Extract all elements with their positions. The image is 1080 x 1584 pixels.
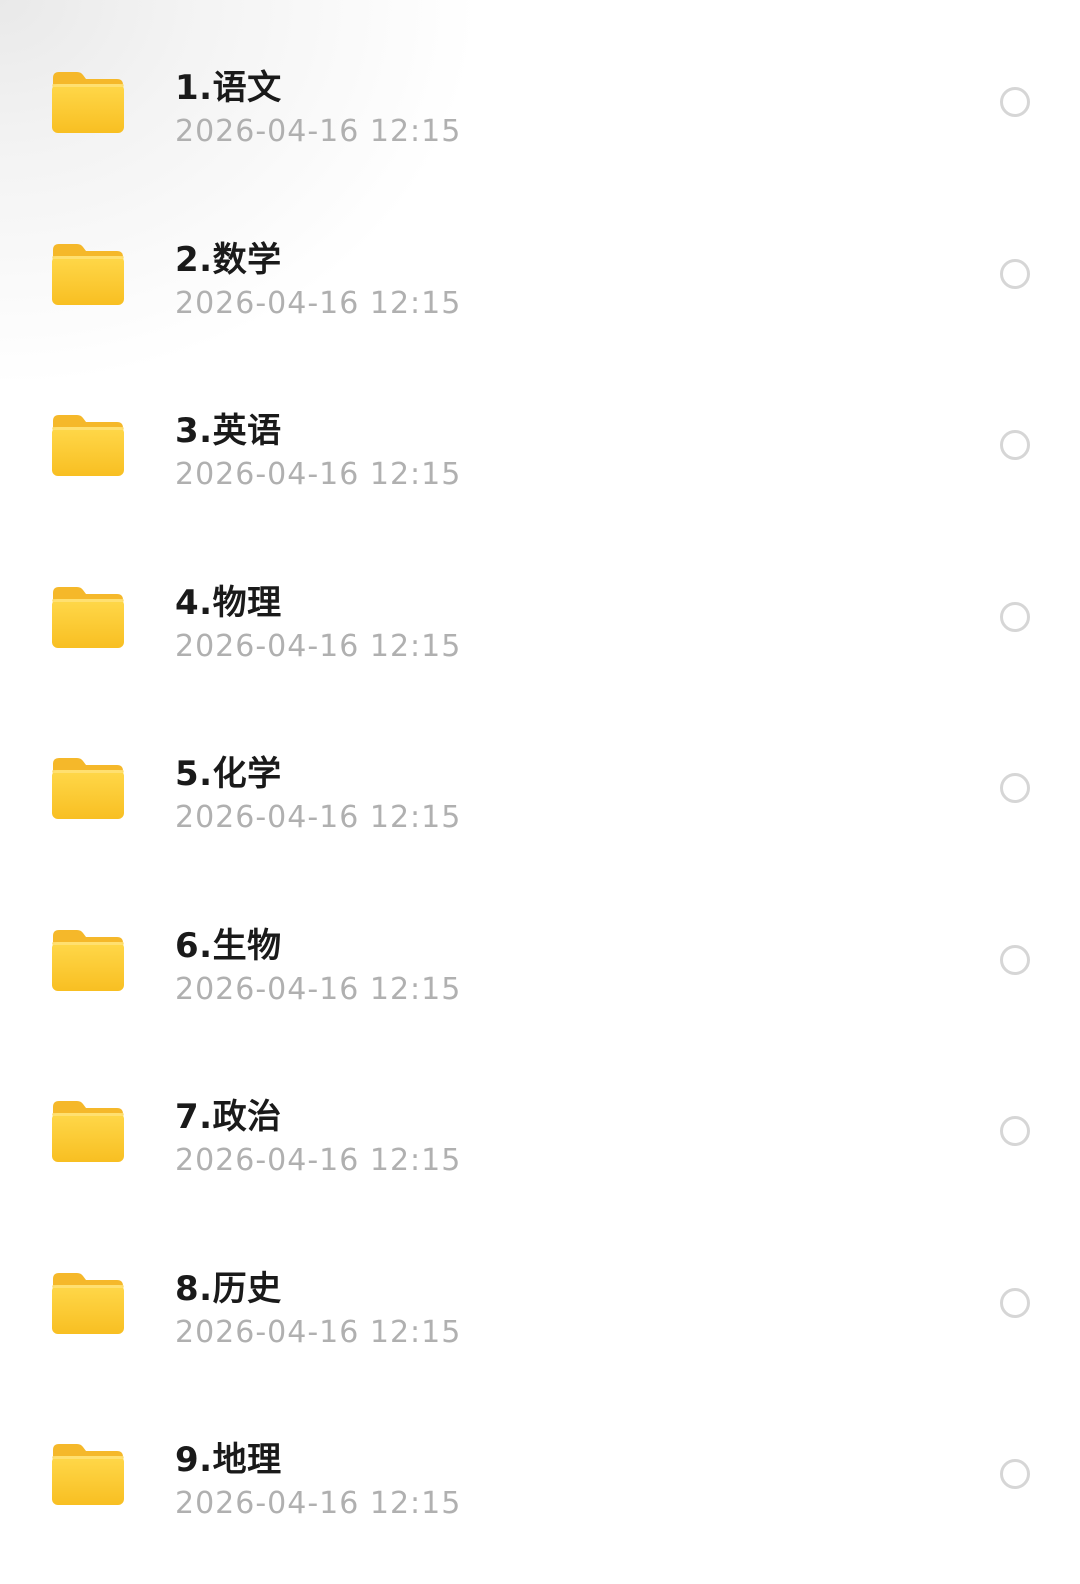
list-item[interactable]: 5.化学 2026-04-16 12:15 [0, 702, 1080, 874]
folder-icon [50, 1440, 126, 1508]
folder-icon [50, 1269, 126, 1337]
list-item[interactable]: 3.英语 2026-04-16 12:15 [0, 359, 1080, 531]
list-item[interactable]: 9.地理 2026-04-16 12:15 [0, 1388, 1080, 1560]
modified-time: 2026-04-16 12:15 [175, 1143, 462, 1178]
modified-time: 2026-04-16 12:15 [175, 457, 462, 492]
folder-name: 7.政治 [175, 1097, 282, 1137]
folder-icon [50, 1097, 126, 1165]
modified-time: 2026-04-16 12:15 [175, 1314, 462, 1350]
select-radio[interactable] [1000, 430, 1030, 460]
select-radio[interactable] [1000, 773, 1030, 803]
list-item[interactable]: 8.历史 2026-04-16 12:15 [0, 1217, 1080, 1389]
select-radio[interactable] [1000, 944, 1030, 975]
folder-icon [50, 240, 126, 308]
modified-time: 2026-04-16 12:15 [175, 628, 462, 664]
modified-time: 2026-04-16 12:15 [175, 971, 462, 1007]
select-radio[interactable] [1000, 601, 1030, 632]
modified-time: 2026-04-16 12:15 [175, 1486, 462, 1521]
list-item[interactable]: 7.政治 2026-04-16 12:15 [0, 1045, 1080, 1217]
folder-icon [50, 754, 126, 822]
folder-name: 3.英语 [175, 411, 282, 451]
select-radio[interactable] [1000, 258, 1030, 289]
select-radio[interactable] [1000, 87, 1030, 117]
folder-name: 8.历史 [175, 1268, 282, 1309]
select-radio[interactable] [1000, 1287, 1030, 1318]
modified-time: 2026-04-16 12:15 [175, 800, 462, 835]
folder-name: 4.物理 [175, 582, 282, 623]
folder-name: 5.化学 [175, 754, 282, 794]
modified-time: 2026-04-16 12:15 [175, 285, 462, 321]
list-item[interactable]: 6.生物 2026-04-16 12:15 [0, 874, 1080, 1046]
folder-name: 9.地理 [175, 1440, 282, 1480]
folder-icon [50, 583, 126, 651]
folder-icon [50, 926, 126, 994]
file-list: 1.语文 2026-04-16 12:15 2.数学 2026-04-16 12… [0, 16, 1080, 1560]
list-item[interactable]: 2.数学 2026-04-16 12:15 [0, 188, 1080, 360]
folder-icon [50, 411, 126, 479]
folder-name: 2.数学 [175, 239, 282, 280]
list-item[interactable]: 1.语文 2026-04-16 12:15 [0, 16, 1080, 188]
folder-name: 6.生物 [175, 925, 282, 966]
list-item[interactable]: 4.物理 2026-04-16 12:15 [0, 531, 1080, 703]
select-radio[interactable] [1000, 1459, 1030, 1489]
folder-icon [50, 68, 126, 136]
folder-name: 1.语文 [175, 68, 282, 108]
modified-time: 2026-04-16 12:15 [175, 114, 462, 149]
select-radio[interactable] [1000, 1116, 1030, 1146]
